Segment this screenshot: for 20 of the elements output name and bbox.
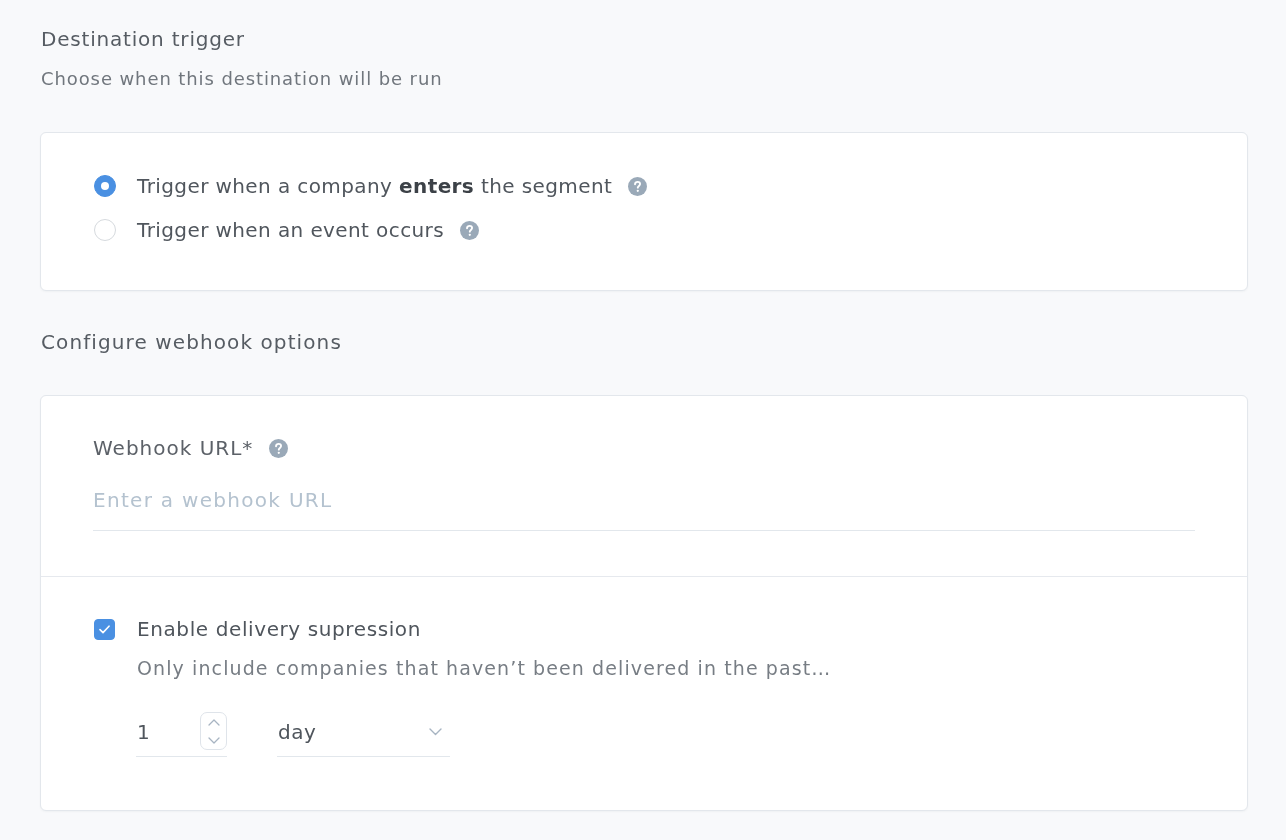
checkbox-label[interactable]: Enable delivery supression	[137, 616, 421, 642]
field-label: Webhook URL*	[93, 435, 254, 461]
number-input[interactable]: 1	[136, 707, 227, 757]
checkbox[interactable]	[94, 618, 115, 640]
help-icon[interactable]	[269, 438, 289, 458]
chevron-down-icon	[207, 736, 220, 744]
unit-select[interactable]: day	[277, 707, 450, 757]
help-icon[interactable]	[460, 220, 480, 240]
option-label[interactable]: Trigger when an event occurs	[137, 217, 445, 243]
chevron-up-icon	[207, 718, 220, 726]
url-input[interactable]: Enter a webhook URL	[93, 470, 1195, 531]
help-icon[interactable]	[628, 176, 648, 196]
radio-button[interactable]	[94, 175, 116, 197]
check-icon	[99, 624, 110, 634]
chevron-down-icon	[429, 727, 442, 736]
section-subtitle: Choose when this destination will be run	[41, 67, 444, 91]
section-title: Configure webhook options	[41, 329, 343, 355]
option-description: Only include companies that haven’t been delivered in the past…	[137, 656, 833, 681]
option-label[interactable]: Trigger when a company enters the segment	[137, 173, 613, 199]
section-title: Destination trigger	[41, 26, 246, 52]
